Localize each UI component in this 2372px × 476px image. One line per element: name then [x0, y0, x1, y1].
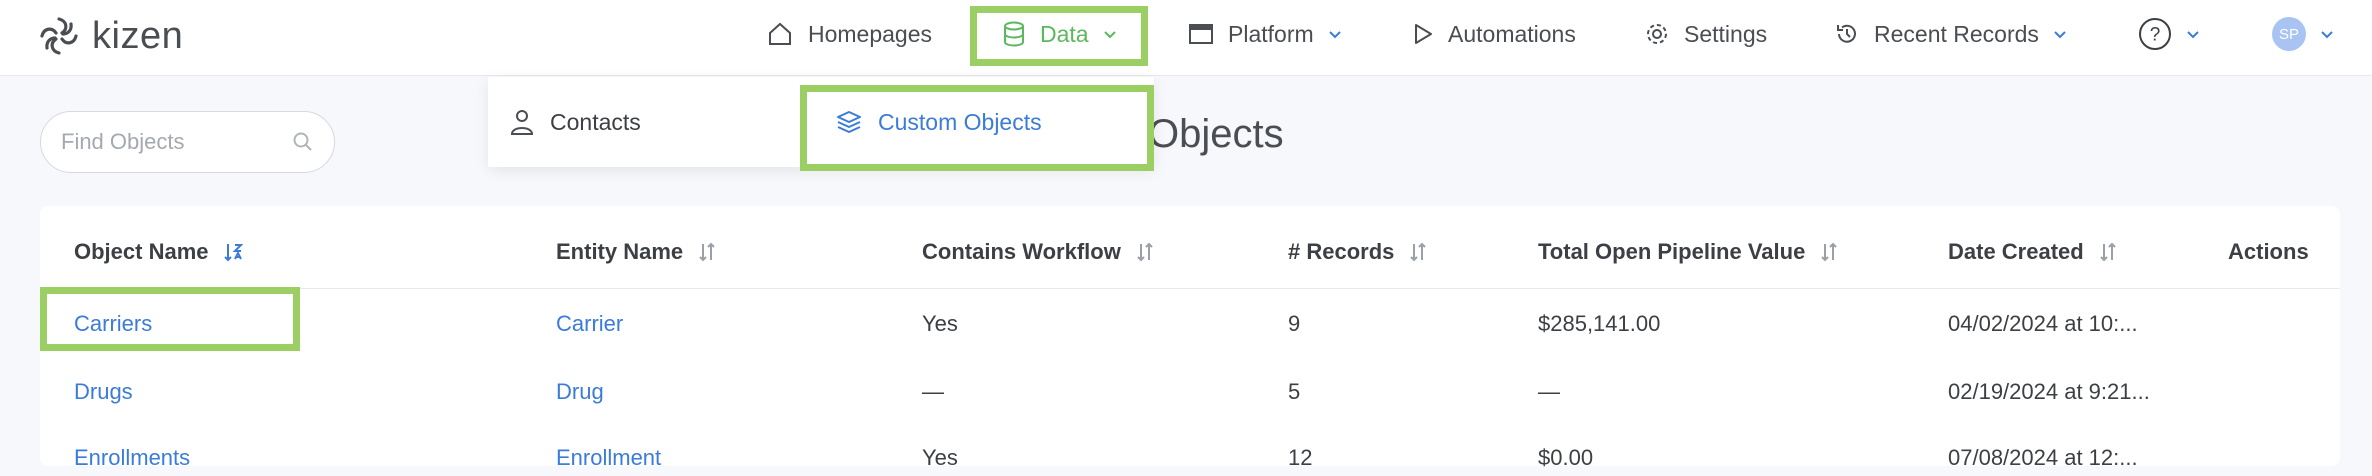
- row-1-workflow: Yes: [922, 311, 958, 336]
- row-3-pipeline: $0.00: [1538, 445, 1594, 470]
- search-icon: [293, 132, 312, 151]
- nav-user-menu[interactable]: SP: [2272, 0, 2334, 68]
- nav-homepages-label: Homepages: [808, 20, 933, 47]
- nav-platform[interactable]: Platform: [1188, 0, 1342, 68]
- brand-name: kizen: [92, 14, 184, 57]
- nav-help[interactable]: ?: [2138, 0, 2200, 68]
- row-1-date-created: 04/02/2024 at 10:...: [1948, 311, 2138, 336]
- row-2-object-name-link[interactable]: Drugs: [74, 374, 133, 410]
- nav-data-label: Data: [1040, 20, 1089, 47]
- menu-item-contacts-label: Contacts: [550, 108, 641, 135]
- nav-data[interactable]: Data: [1002, 0, 1117, 68]
- row-3-date-created: 07/08/2024 at 12:...: [1948, 445, 2138, 470]
- sort-icon: [1821, 242, 1838, 262]
- row-2-workflow: —: [922, 379, 944, 404]
- nav-automations-label: Automations: [1448, 20, 1576, 47]
- menu-item-custom-objects[interactable]: Custom Objects: [836, 77, 1042, 167]
- home-icon: [769, 22, 791, 45]
- play-icon: [1415, 24, 1432, 44]
- column-header-object-name[interactable]: Object Name: [74, 232, 243, 272]
- nav-recent-records-label: Recent Records: [1874, 20, 2039, 47]
- row-1-pipeline: $285,141.00: [1538, 311, 1661, 336]
- row-1-object-name-link[interactable]: Carriers: [74, 306, 152, 342]
- top-navigation-bar: kizen Homepages Data Platform Automation…: [0, 0, 2372, 76]
- row-2-entity-name-link[interactable]: Drug: [556, 374, 604, 410]
- row-3-workflow: Yes: [922, 445, 958, 470]
- history-icon: [1837, 24, 1856, 43]
- database-icon: [1004, 21, 1024, 47]
- search-input[interactable]: Find Objects: [61, 129, 185, 155]
- chevron-down-icon: [1328, 31, 1341, 39]
- row-3-object-name-link[interactable]: Enrollments: [74, 440, 190, 476]
- find-objects-search[interactable]: Find Objects: [40, 111, 335, 173]
- nav-recent-records[interactable]: Recent Records: [1834, 0, 2067, 68]
- column-header-actions: Actions: [2228, 239, 2309, 264]
- kizen-logo-icon: [40, 17, 78, 55]
- sort-icon: [699, 242, 715, 262]
- window-icon: [1189, 24, 1213, 44]
- nav-settings-label: Settings: [1684, 20, 1768, 47]
- svg-text:?: ?: [2150, 25, 2161, 46]
- layers-icon: [837, 111, 861, 133]
- nav-settings[interactable]: Settings: [1644, 0, 1767, 68]
- sort-active-icon: [223, 244, 243, 262]
- brand-logo[interactable]: kizen: [38, 14, 183, 58]
- column-header-contains-workflow[interactable]: Contains Workflow: [922, 232, 1155, 272]
- help-icon: ?: [2139, 18, 2171, 50]
- row-2-date-created: 02/19/2024 at 9:21...: [1948, 379, 2150, 404]
- column-header-pipeline-value[interactable]: Total Open Pipeline Value: [1538, 232, 1839, 272]
- nav-platform-label: Platform: [1228, 20, 1314, 47]
- column-header-date-created[interactable]: Date Created: [1948, 232, 2118, 272]
- table-header-divider: [40, 288, 2340, 289]
- chevron-down-icon: [2187, 31, 2199, 39]
- sort-icon: [2100, 242, 2116, 262]
- row-3-entity-name-link[interactable]: Enrollment: [556, 440, 661, 476]
- avatar-initials: SP: [2278, 25, 2299, 43]
- objects-table: Object Name Entity Name Contains Workflo…: [40, 206, 2340, 470]
- column-header-entity-name[interactable]: Entity Name: [556, 232, 717, 272]
- menu-item-custom-objects-label: Custom Objects: [878, 108, 1042, 135]
- gear-icon: [1647, 24, 1667, 44]
- page-title: Objects: [1148, 112, 1284, 156]
- row-2-pipeline: —: [1538, 379, 1560, 404]
- sort-icon: [1137, 242, 1153, 262]
- row-2-records: 5: [1288, 379, 1301, 404]
- row-1-records: 9: [1288, 311, 1301, 336]
- row-3-records: 12: [1288, 445, 1313, 470]
- menu-item-contacts[interactable]: Contacts: [510, 77, 641, 167]
- chevron-down-icon: [2321, 31, 2333, 39]
- person-icon: [510, 110, 534, 135]
- nav-automations[interactable]: Automations: [1412, 0, 1576, 68]
- chevron-down-icon: [1103, 31, 1116, 39]
- chevron-down-icon: [2054, 31, 2066, 39]
- data-dropdown-menu: Contacts Custom Objects: [488, 77, 1154, 167]
- nav-homepages[interactable]: Homepages: [766, 0, 932, 68]
- row-1-entity-name-link[interactable]: Carrier: [556, 306, 623, 342]
- avatar: SP: [2272, 17, 2306, 51]
- sort-icon: [1410, 242, 1427, 262]
- column-header-records[interactable]: # Records: [1288, 232, 1428, 272]
